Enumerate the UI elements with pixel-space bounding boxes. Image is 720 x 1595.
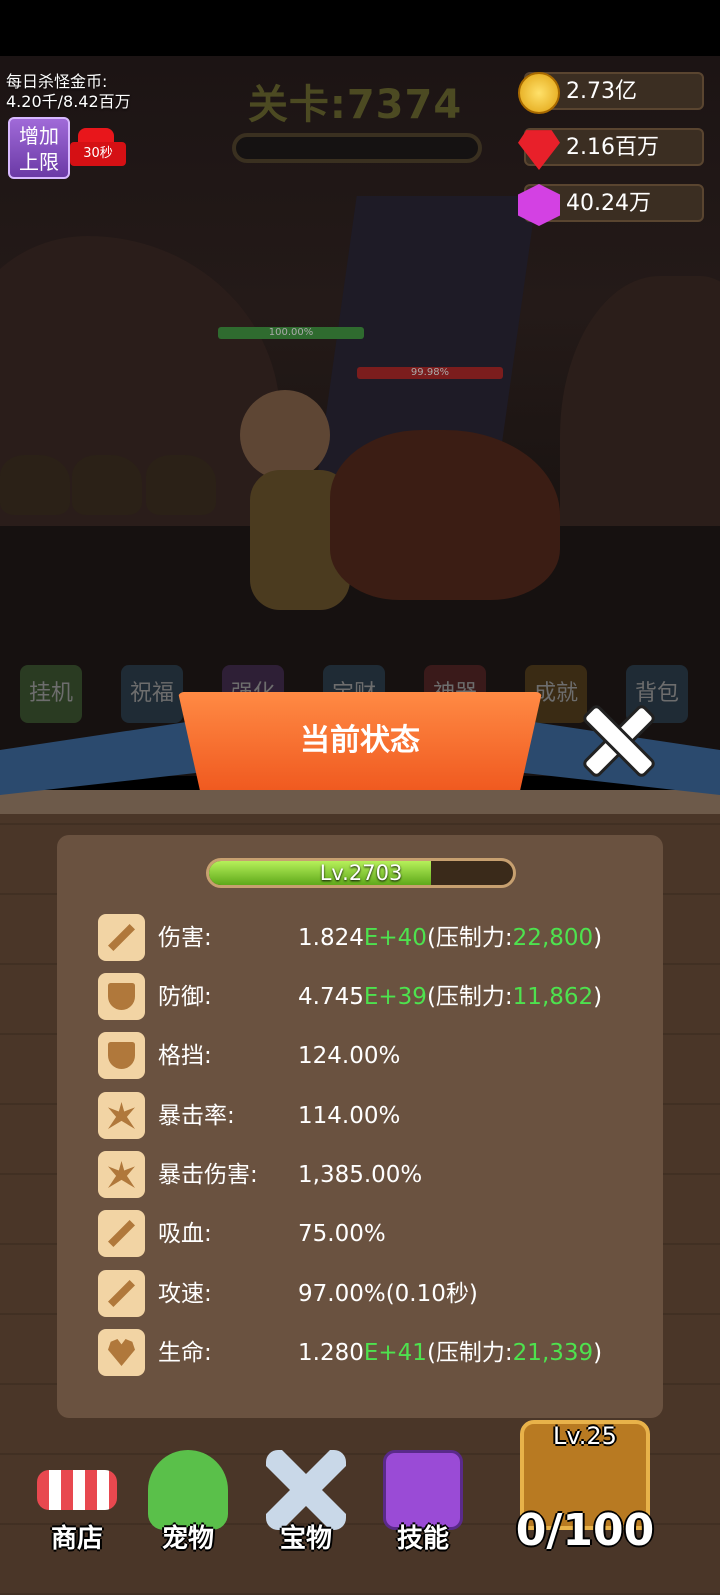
stat-value: 114.00% bbox=[298, 1103, 401, 1129]
stat-base: 4.745 bbox=[298, 984, 364, 1010]
stage-progress-bar bbox=[232, 133, 482, 163]
stat-base: 1.824 bbox=[298, 925, 364, 951]
level-text: Lv.2703 bbox=[319, 861, 403, 885]
gold-resource: 2.73亿 bbox=[518, 72, 704, 114]
stat-label: 攻速: bbox=[158, 1281, 212, 1307]
close-button[interactable] bbox=[580, 702, 658, 780]
add-limit-line2: 上限 bbox=[19, 150, 59, 174]
nav-pet-label: 宠物 bbox=[161, 1524, 214, 1554]
nav-pet[interactable]: 宠物 bbox=[138, 1450, 238, 1590]
stage-title: 关卡:7374 bbox=[247, 82, 463, 128]
nav-treasure[interactable]: 宝物 bbox=[256, 1450, 356, 1590]
status-bar bbox=[0, 0, 720, 56]
purple-gem-icon bbox=[518, 184, 560, 226]
nav-shop-label: 商店 bbox=[50, 1524, 103, 1554]
stat-row-lifesteal: 吸血: 75.00% bbox=[98, 1210, 658, 1258]
attack-speed-icon bbox=[98, 1270, 145, 1317]
gem-value: 40.24万 bbox=[566, 191, 651, 216]
stat-exponent: E+41 bbox=[363, 1340, 427, 1366]
stat-label: 防御: bbox=[158, 984, 212, 1010]
stat-exponent: E+39 bbox=[363, 984, 427, 1010]
panel-top-border bbox=[0, 790, 720, 814]
stat-suppress-close: ) bbox=[593, 1340, 603, 1366]
stat-value: 1.824E+40(压制力:22,800) bbox=[298, 914, 602, 962]
boss-hp-bar: 99.98% bbox=[357, 367, 503, 379]
stat-label: 暴击率: bbox=[158, 1103, 235, 1129]
stat-suppress-label: (压制力: bbox=[426, 925, 513, 951]
stat-suppress-value: 22,800 bbox=[512, 925, 594, 951]
bull-enemy bbox=[146, 455, 216, 515]
ruby-resource: 2.16百万 bbox=[518, 128, 704, 170]
bull-enemy bbox=[0, 455, 70, 515]
shield-icon bbox=[98, 973, 145, 1020]
stat-row-defense: 防御: 4.745E+39(压制力:11,862) bbox=[98, 973, 658, 1021]
stat-value: 97.00%(0.10秒) bbox=[298, 1281, 478, 1307]
ruby-value: 2.16百万 bbox=[566, 135, 659, 160]
stat-value: 1,385.00% bbox=[298, 1162, 423, 1188]
daily-gold-info: 每日杀怪金币: 4.20千/8.42百万 bbox=[6, 72, 131, 112]
block-shield-icon bbox=[98, 1032, 145, 1079]
stat-label: 格挡: bbox=[158, 1043, 212, 1069]
stat-row-crit-damage: 暴击伤害: 1,385.00% bbox=[98, 1151, 658, 1199]
stat-suppress-close: ) bbox=[593, 925, 603, 951]
stat-value: 1.280E+41(压制力:21,339) bbox=[298, 1329, 602, 1377]
add-limit-line1: 增加 bbox=[19, 124, 59, 148]
sword-icon bbox=[98, 914, 145, 961]
stat-label: 吸血: bbox=[158, 1221, 212, 1247]
gold-coin-icon bbox=[518, 72, 560, 114]
stat-value: 75.00% bbox=[298, 1221, 386, 1247]
stat-row-life: 生命: 1.280E+41(压制力:21,339) bbox=[98, 1329, 658, 1377]
stat-row-damage: 伤害: 1.824E+40(压制力:22,800) bbox=[98, 914, 658, 962]
stat-suppress-label: (压制力: bbox=[426, 984, 513, 1010]
stat-exponent: E+40 bbox=[363, 925, 427, 951]
stat-base: 1.280 bbox=[298, 1340, 364, 1366]
stat-suppress-label: (压制力: bbox=[426, 1340, 513, 1366]
video-ad-button[interactable]: 30秒 bbox=[70, 128, 126, 172]
menu-idle-button[interactable]: 挂机 bbox=[20, 665, 82, 723]
nav-skill-label: 技能 bbox=[396, 1524, 449, 1554]
nav-shop[interactable]: 商店 bbox=[27, 1450, 127, 1590]
stat-suppress-value: 11,862 bbox=[512, 984, 594, 1010]
ruby-icon bbox=[518, 130, 560, 170]
shop-stall-icon bbox=[37, 1470, 117, 1510]
bull-enemy bbox=[72, 455, 142, 515]
crit-damage-icon bbox=[98, 1151, 145, 1198]
stat-row-block: 格挡: 124.00% bbox=[98, 1032, 658, 1080]
stat-row-crit-rate: 暴击率: 114.00% bbox=[98, 1092, 658, 1140]
wolf-boss bbox=[330, 430, 560, 600]
add-limit-button[interactable]: 增加 上限 bbox=[8, 117, 70, 179]
nav-treasure-label: 宝物 bbox=[279, 1524, 332, 1554]
dialog-title: 当前状态 bbox=[300, 723, 420, 758]
stat-suppress-close: ) bbox=[593, 984, 603, 1010]
video-timer: 30秒 bbox=[70, 142, 126, 166]
daily-gold-label: 每日杀怪金币: bbox=[6, 72, 108, 91]
stat-label: 伤害: bbox=[158, 925, 212, 951]
menu-blessing-button[interactable]: 祝福 bbox=[121, 665, 183, 723]
stat-value: 4.745E+39(压制力:11,862) bbox=[298, 973, 602, 1021]
hero-head bbox=[240, 390, 330, 480]
heart-plus-icon bbox=[98, 1329, 145, 1376]
stat-suppress-value: 21,339 bbox=[512, 1340, 594, 1366]
chest-level: Lv.25 bbox=[553, 1422, 617, 1450]
lifesteal-sword-icon bbox=[98, 1210, 145, 1257]
hero-hp-bar: 100.00% bbox=[218, 327, 364, 339]
daily-gold-value: 4.20千/8.42百万 bbox=[6, 92, 131, 111]
gold-value: 2.73亿 bbox=[566, 79, 637, 104]
crit-burst-icon bbox=[98, 1092, 145, 1139]
stat-row-attack-speed: 攻速: 97.00%(0.10秒) bbox=[98, 1270, 658, 1318]
stat-label: 生命: bbox=[158, 1340, 212, 1366]
chest-count: 0/100 bbox=[515, 1505, 655, 1556]
stat-value: 124.00% bbox=[298, 1043, 401, 1069]
stat-label: 暴击伤害: bbox=[158, 1162, 258, 1188]
gem-resource: 40.24万 bbox=[518, 184, 704, 226]
nav-skill[interactable]: 技能 bbox=[373, 1450, 473, 1590]
